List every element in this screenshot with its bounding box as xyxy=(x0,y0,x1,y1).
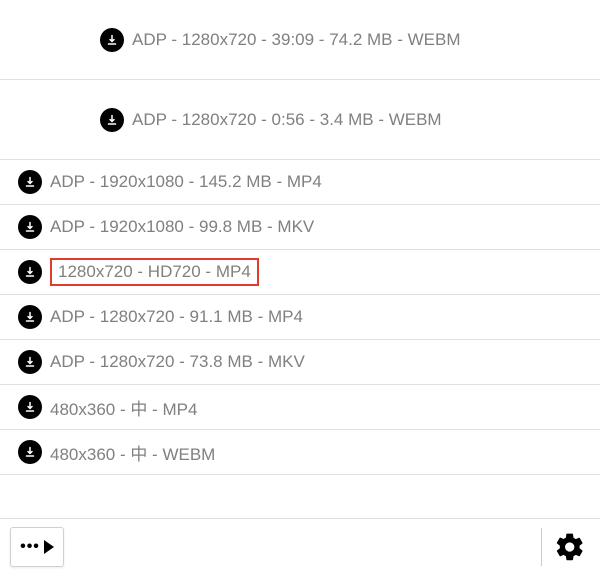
download-option-label: ADP - 1920x1080 - 145.2 MB - MP4 xyxy=(50,172,322,192)
download-option-label: ADP - 1920x1080 - 99.8 MB - MKV xyxy=(50,217,314,237)
download-icon xyxy=(18,350,42,374)
download-options-panel: ADP - 1280x720 - 39:09 - 74.2 MB - WEBM A… xyxy=(0,0,600,574)
download-option-label: 480x360 - 中 - MP4 xyxy=(50,395,197,420)
download-option-label: ADP - 1280x720 - 73.8 MB - MKV xyxy=(50,352,305,372)
download-option-label: ADP - 1280x720 - 91.1 MB - MP4 xyxy=(50,307,303,327)
download-option[interactable]: ADP - 1920x1080 - 99.8 MB - MKV xyxy=(0,205,600,250)
download-icon xyxy=(100,28,124,52)
more-play-button[interactable]: ••• xyxy=(10,527,64,567)
gear-icon xyxy=(554,531,586,563)
divider xyxy=(541,528,542,566)
more-icon: ••• xyxy=(20,538,40,556)
download-option[interactable]: 1280x720 - HD720 - MP4 xyxy=(0,250,600,295)
footer-bar: ••• xyxy=(0,518,600,574)
download-option[interactable]: ADP - 1280x720 - 73.8 MB - MKV xyxy=(0,340,600,385)
download-option[interactable]: ADP - 1920x1080 - 145.2 MB - MP4 xyxy=(0,160,600,205)
download-icon xyxy=(18,170,42,194)
download-icon xyxy=(18,260,42,284)
download-icon xyxy=(18,305,42,329)
download-option-label: 480x360 - 中 - WEBM xyxy=(50,440,215,465)
footer-right xyxy=(541,528,586,566)
download-option[interactable]: 480x360 - 中 - MP4 xyxy=(0,385,600,430)
download-option[interactable]: ADP - 1280x720 - 39:09 - 74.2 MB - WEBM xyxy=(0,0,600,80)
download-option[interactable]: 480x360 - 中 - WEBM xyxy=(0,430,600,475)
download-icon xyxy=(18,395,42,419)
download-option[interactable]: ADP - 1280x720 - 0:56 - 3.4 MB - WEBM xyxy=(0,80,600,160)
download-option-label: ADP - 1280x720 - 39:09 - 74.2 MB - WEBM xyxy=(132,30,461,50)
play-icon xyxy=(44,540,54,554)
download-option-label: 1280x720 - HD720 - MP4 xyxy=(50,258,259,286)
download-icon xyxy=(100,108,124,132)
download-icon xyxy=(18,215,42,239)
download-option[interactable]: ADP - 1280x720 - 91.1 MB - MP4 xyxy=(0,295,600,340)
download-option-label: ADP - 1280x720 - 0:56 - 3.4 MB - WEBM xyxy=(132,110,442,130)
settings-button[interactable] xyxy=(554,531,586,563)
download-list: ADP - 1280x720 - 39:09 - 74.2 MB - WEBM A… xyxy=(0,0,600,518)
download-icon xyxy=(18,440,42,464)
